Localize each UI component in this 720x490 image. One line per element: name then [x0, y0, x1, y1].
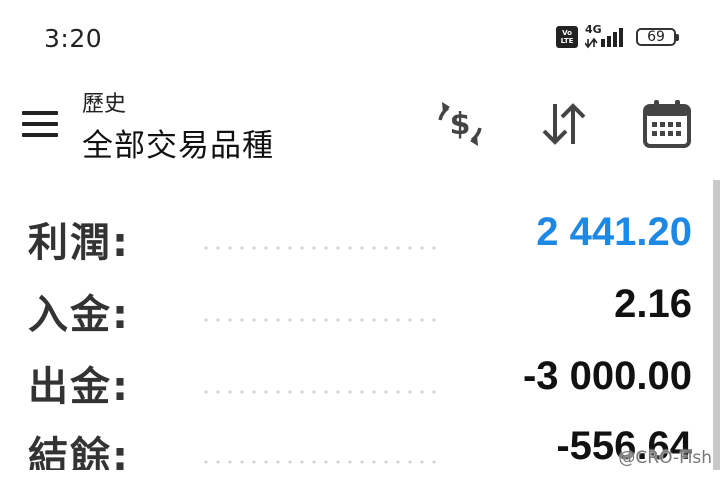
watermark: @CRO-Fish: [618, 448, 712, 468]
dotted-leader: [200, 390, 442, 394]
withdrawal-value: -3 000.00: [522, 354, 692, 398]
sort-button[interactable]: [538, 98, 590, 150]
summary-row-profit: 利潤: 2 441.20: [28, 210, 692, 266]
calendar-icon: [643, 100, 691, 148]
signal-icon: 4G: [585, 23, 629, 49]
svg-text:$: $: [450, 107, 471, 142]
calendar-button[interactable]: [641, 98, 693, 150]
withdrawal-label: 出金:: [28, 364, 130, 410]
scrollbar[interactable]: [713, 180, 720, 490]
status-time: 3:20: [44, 24, 103, 53]
dotted-leader: [200, 460, 442, 464]
menu-icon[interactable]: [22, 111, 58, 137]
volte-icon: Vo LTE: [556, 26, 578, 48]
battery-icon: 69: [636, 28, 679, 46]
currency-exchange-icon: $: [438, 102, 482, 146]
status-icons: Vo LTE 4G 69: [556, 23, 679, 49]
profit-value: 2 441.20: [536, 210, 692, 254]
page-subtitle: 歷史: [82, 92, 127, 117]
summary-row-withdrawal: 出金: -3 000.00: [28, 354, 692, 410]
page-title[interactable]: 全部交易品種: [82, 120, 274, 165]
volte-bottom: LTE: [560, 37, 574, 45]
currency-exchange-button[interactable]: $: [434, 98, 486, 150]
screen-crop-edge: [0, 470, 720, 490]
dotted-leader: [200, 318, 442, 322]
dotted-leader: [200, 246, 442, 250]
deposit-value: 2.16: [614, 282, 692, 326]
profit-label: 利潤:: [28, 220, 130, 266]
volte-top: Vo: [562, 29, 572, 37]
battery-level: 69: [647, 29, 665, 45]
sort-icon: [542, 103, 586, 145]
deposit-label: 入金:: [28, 292, 130, 338]
summary-row-deposit: 入金: 2.16: [28, 282, 692, 338]
